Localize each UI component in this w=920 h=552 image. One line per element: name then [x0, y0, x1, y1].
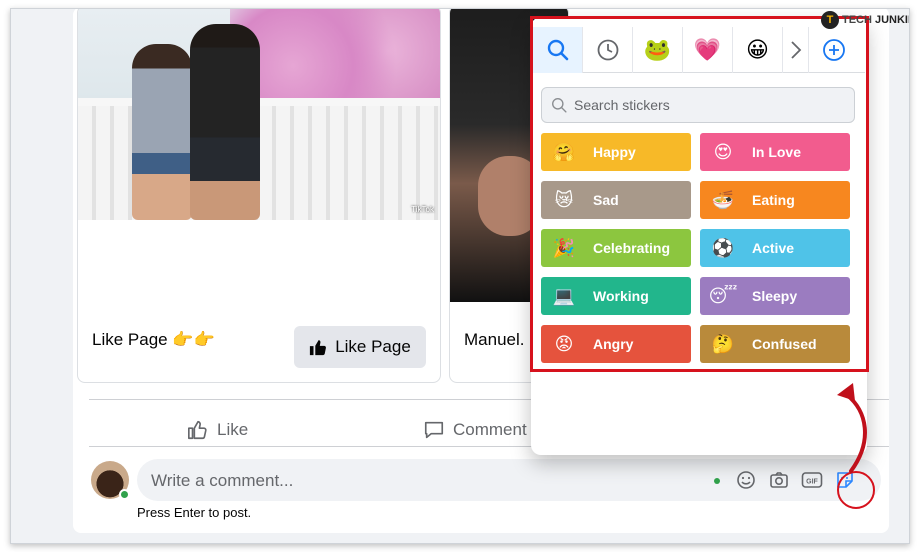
- sticker-category-label: Happy: [593, 144, 636, 160]
- comment-icon: [424, 421, 444, 439]
- tab-heart-pack[interactable]: 💗: [683, 27, 733, 73]
- sticker-category-label: Angry: [593, 336, 634, 352]
- recent-clock-icon: [597, 39, 618, 61]
- sticker-category-label: Active: [752, 240, 795, 256]
- like-page-label: Like Page: [335, 337, 411, 356]
- highlight-ring: [837, 471, 875, 509]
- press-enter-hint: Press Enter to post.: [137, 505, 252, 520]
- sticker-pack-icon: 🐸: [643, 37, 672, 62]
- comment-placeholder: Write a comment...: [151, 471, 294, 490]
- annotation-arrow-icon: [837, 383, 867, 473]
- comment-action[interactable]: Comment: [423, 419, 527, 441]
- sticker-category-angry[interactable]: 😡 Angry: [541, 325, 691, 363]
- sticker-tabbar: 🐸 💗 😀: [533, 27, 865, 73]
- sticker-art-icon: 🤔: [711, 333, 735, 354]
- sticker-category-working[interactable]: 💻 Working: [541, 277, 691, 315]
- sticker-art-icon: 😍: [713, 141, 733, 162]
- tab-add-stickers[interactable]: [809, 27, 859, 73]
- sticker-category-sleepy[interactable]: 😴 Sleepy: [700, 277, 850, 315]
- sticker-category-label: Sleepy: [752, 288, 798, 304]
- sticker-art-icon: 😿: [554, 189, 574, 210]
- typing-indicator-dot: [714, 478, 720, 484]
- emoji-icon[interactable]: [735, 469, 757, 491]
- sticker-category-eating[interactable]: 🍜 Eating: [700, 181, 850, 219]
- video-thumbnail[interactable]: TikTok: [78, 9, 440, 220]
- search-icon: [547, 39, 568, 61]
- add-sticker-icon: [823, 39, 845, 61]
- gif-icon[interactable]: GIF: [801, 469, 823, 491]
- camera-icon[interactable]: [768, 469, 790, 491]
- tiktok-watermark: TikTok: [411, 205, 434, 214]
- online-status-dot: [119, 489, 130, 500]
- sticker-category-confused[interactable]: 🤔 Confused: [700, 325, 850, 363]
- screenshot-frame: TikTok Like Page 👉👉 Like Page Manuel. Li…: [10, 8, 910, 544]
- sticker-category-label: Working: [593, 288, 649, 304]
- sticker-category-label: Confused: [752, 336, 817, 352]
- search-placeholder: Search stickers: [574, 97, 670, 113]
- sticker-art-icon: ⚽: [711, 237, 735, 258]
- tab-recent[interactable]: [583, 27, 633, 73]
- heart-pack-icon: 💗: [693, 37, 722, 62]
- sticker-art-icon: 🎉: [552, 237, 576, 258]
- sticker-category-label: Celebrating: [593, 240, 671, 256]
- like-label: Like: [217, 420, 249, 439]
- comment-composer: Write a comment... GIF: [91, 459, 891, 503]
- sticker-category-in-love[interactable]: 😍 In Love: [700, 133, 850, 171]
- sticker-art-icon: 😡: [554, 333, 574, 354]
- smiley-pack-icon: 😀: [746, 37, 769, 62]
- tab-search[interactable]: [533, 27, 583, 73]
- tab-smiley-pack[interactable]: 😀: [733, 27, 783, 73]
- sticker-category-happy[interactable]: 🤗 Happy: [541, 133, 691, 171]
- sticker-category-label: Eating: [752, 192, 795, 208]
- comment-label: Comment: [453, 420, 527, 439]
- sticker-art-icon: 🍜: [711, 189, 735, 210]
- like-page-button[interactable]: Like Page: [294, 326, 426, 368]
- sticker-art-icon: 🤗: [552, 141, 576, 162]
- card-title: Like Page 👉👉: [92, 330, 215, 349]
- comment-input[interactable]: Write a comment... GIF: [137, 459, 881, 501]
- sticker-art-icon: 💻: [552, 285, 576, 306]
- like-action[interactable]: Like: [187, 419, 248, 441]
- search-stickers-input[interactable]: Search stickers: [541, 87, 855, 123]
- tab-scroll-right[interactable]: [783, 27, 809, 73]
- sticker-category-active[interactable]: ⚽ Active: [700, 229, 850, 267]
- chevron-right-icon: [790, 41, 801, 59]
- sticker-picker: 🐸 💗 😀 Search stickers 🤗 Happy 😍 In Love 😿 Sad…: [531, 17, 867, 455]
- tab-sticker-pack[interactable]: 🐸: [633, 27, 683, 73]
- suggested-page-card[interactable]: TikTok Like Page 👉👉 Like Page: [77, 9, 441, 383]
- search-icon: [552, 98, 567, 113]
- sticker-category-sad[interactable]: 😿 Sad: [541, 181, 691, 219]
- svg-text:GIF: GIF: [806, 479, 818, 486]
- like-icon: [188, 420, 207, 440]
- sticker-category-label: Sad: [593, 192, 619, 208]
- sticker-category-celebrating[interactable]: 🎉 Celebrating: [541, 229, 691, 267]
- sticker-art-icon: 😴: [708, 285, 738, 306]
- thumbs-up-icon: [310, 340, 327, 356]
- techjunkie-logo: T TECHJUNKIE: [821, 11, 909, 29]
- sticker-category-label: In Love: [752, 144, 802, 160]
- card-title-2: Manuel.: [464, 330, 525, 349]
